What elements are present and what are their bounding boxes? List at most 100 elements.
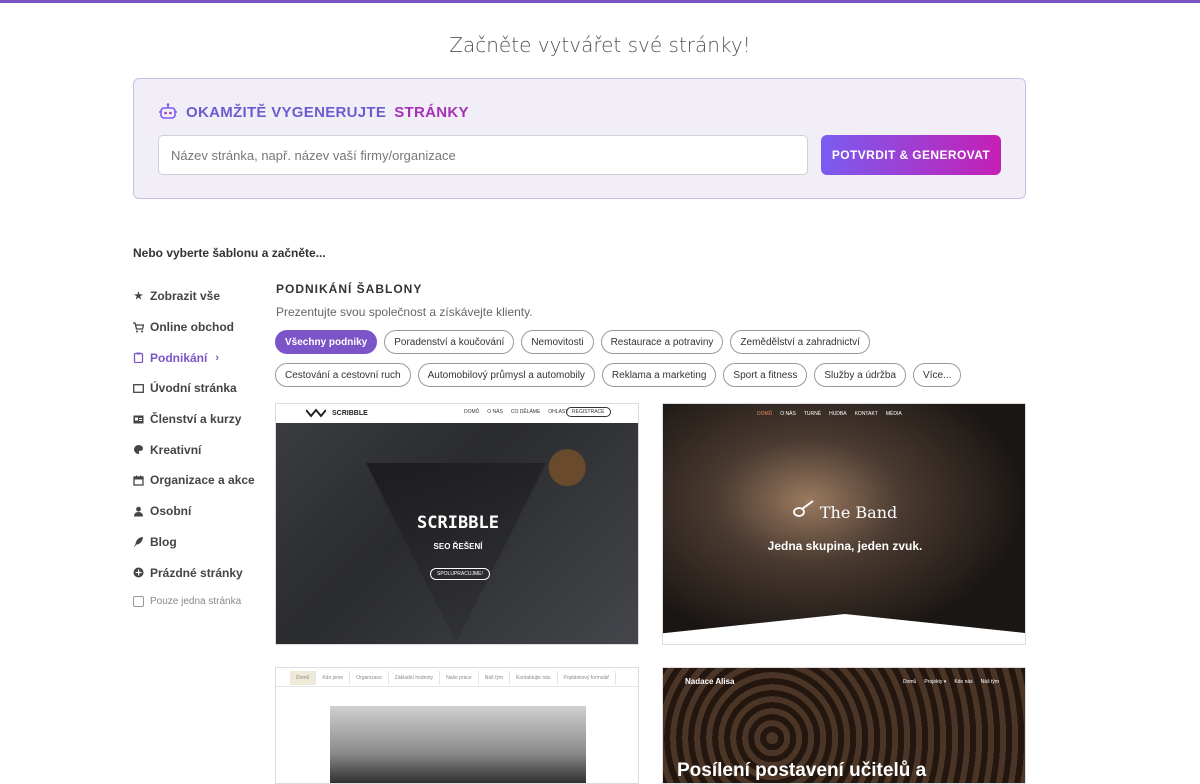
single-page-checkbox[interactable]: Pouze jedna stránka	[133, 595, 263, 607]
template-tagline: Jedna skupina, jeden zvuk.	[767, 539, 923, 553]
clipboard-icon	[133, 352, 144, 364]
generator-panel: OKAMŽITĚ VYGENERUJTE STRÁNKY POTVRDIT & …	[133, 78, 1026, 199]
template-nav-link: Náš tým	[980, 679, 1000, 685]
calendar-icon	[133, 475, 144, 486]
filter-chips: Všechny podniky Poradenství a koučování …	[275, 330, 1025, 396]
sidebar-item-landing-page[interactable]: Úvodní stránka	[133, 373, 263, 404]
sidebar-item-blank-pages[interactable]: Prázdné stránky	[133, 557, 263, 588]
confirm-generate-button[interactable]: POTVRDIT & GENEROVAT	[821, 135, 1001, 175]
sidebar-item-blog[interactable]: Blog	[133, 527, 263, 558]
robot-icon	[158, 103, 178, 121]
template-nav-link: O NÁS	[487, 409, 503, 415]
template-nav-link: DOMŮ	[464, 409, 480, 415]
star-icon: ★	[134, 290, 143, 302]
template-brand-name: The Band	[819, 503, 898, 522]
section-subtitle: Prezentujte svou společnost a získávejte…	[276, 305, 533, 319]
sidebar-item-creative[interactable]: Kreativní	[133, 434, 263, 465]
page-title: Začněte vytvářet své stránky!	[449, 33, 751, 57]
generator-heading-part2: STRÁNKY	[394, 103, 469, 121]
filter-chip-agriculture[interactable]: Zemědělství a zahradnictví	[730, 330, 870, 354]
template-nav-link: Náš tým	[479, 671, 511, 685]
category-sidebar: ★ Zobrazit vše Online obchod Podnikání ›…	[133, 281, 263, 607]
template-card-organization[interactable]: Domů Kdo jsme Organizace Základní hodnot…	[275, 667, 639, 784]
template-nav-link: TURNÉ	[803, 411, 822, 417]
template-hero-subtitle: SEO ŘEŠENÍ	[433, 542, 483, 551]
sidebar-item-label: Online obchod	[150, 320, 234, 335]
scribble-logo-icon	[305, 407, 327, 420]
filter-chip-consulting[interactable]: Poradenství a koučování	[384, 330, 515, 354]
sidebar-item-organizations-events[interactable]: Organizace a akce	[133, 465, 263, 496]
template-register-button: REGISTRACE	[566, 407, 611, 417]
choose-template-label: Nebo vyberte šablonu a začněte...	[133, 246, 326, 260]
sidebar-item-show-all[interactable]: ★ Zobrazit vše	[133, 281, 263, 312]
template-nav-link: Kde nás	[954, 679, 973, 685]
template-nav-link: HUDBA	[829, 411, 847, 417]
template-card-the-band[interactable]: DOMŮ O NÁS TURNÉ HUDBA KONTAKT MÉDIA The…	[662, 403, 1026, 645]
sidebar-item-online-store[interactable]: Online obchod	[133, 312, 263, 343]
chevron-right-icon: ›	[215, 351, 220, 364]
section-title: PODNIKÁNÍ ŠABLONY	[276, 282, 423, 296]
template-nav-link: O NÁS	[780, 411, 796, 417]
template-nav-links: Domů Kdo jsme Organizace Základní hodnot…	[290, 671, 617, 685]
template-hero-button: SPOLUPRACUJME!	[430, 568, 490, 580]
filter-chip-real-estate[interactable]: Nemovitosti	[521, 330, 594, 354]
sidebar-item-membership[interactable]: Členství a kurzy	[133, 404, 263, 435]
sidebar-item-label: Organizace a akce	[150, 473, 255, 488]
filter-chip-restaurants[interactable]: Restaurace a potraviny	[600, 330, 724, 354]
sidebar-item-label: Prázdné stránky	[150, 565, 243, 580]
filter-row: Cestování a cestovní ruch Automobilový p…	[275, 363, 1025, 387]
top-accent-bar	[0, 0, 1200, 3]
sidebar-item-label: Kreativní	[150, 442, 202, 457]
template-nav-link: CO DĚLÁME	[510, 409, 541, 415]
template-nav-link: Kdo jsme	[316, 671, 351, 685]
template-nav-link: Základní hodnoty	[389, 671, 441, 685]
template-nav-links: DOMŮ O NÁS TURNÉ HUDBA KONTAKT MÉDIA	[757, 411, 902, 417]
template-card-scribble[interactable]: SCRIBBLE DOMŮ O NÁS CO DĚLÁME OHLASY REG…	[275, 403, 639, 645]
template-nav-link: Naše práce	[440, 671, 479, 685]
user-icon	[133, 506, 144, 517]
template-nav-link: Kontaktujte nás	[510, 671, 558, 685]
filter-chip-travel[interactable]: Cestování a cestovní ruch	[275, 363, 411, 387]
filter-chip-services[interactable]: Služby a údržba	[814, 363, 907, 387]
filter-row: Všechny podniky Poradenství a koučování …	[275, 330, 1025, 354]
template-nav-link: Projekty ▾	[924, 679, 947, 685]
template-nav-link: MÉDIA	[885, 411, 902, 417]
template-hero-image	[276, 423, 638, 644]
guitar-icon	[792, 500, 820, 522]
sidebar-item-label: Osobní	[150, 504, 192, 519]
template-nav-links: Domů Projekty ▾ Kde nás Náš tým	[903, 679, 999, 685]
template-hero-title: Posílení postavení učitelů a	[677, 760, 927, 781]
template-nav-links: DOMŮ O NÁS CO DĚLÁME OHLASY	[464, 409, 569, 415]
checkbox-box[interactable]	[133, 595, 144, 607]
sidebar-item-label: Zobrazit vše	[150, 289, 221, 304]
site-name-input[interactable]	[158, 135, 808, 175]
template-nav-link: KONTAKT	[854, 411, 878, 417]
template-hero-title: SCRIBBLE	[417, 513, 499, 533]
filter-chip-all-businesses[interactable]: Všechny podniky	[275, 330, 378, 354]
generator-heading: OKAMŽITĚ VYGENERUJTE STRÁNKY	[158, 103, 469, 121]
single-page-label: Pouze jedna stránka	[150, 595, 242, 607]
template-hero-image	[330, 706, 586, 783]
id-card-icon	[133, 414, 144, 425]
template-logo: SCRIBBLE	[332, 410, 368, 417]
filter-chip-sport[interactable]: Sport a fitness	[723, 363, 808, 387]
cart-icon	[133, 321, 144, 333]
sidebar-item-label: Členství a kurzy	[150, 412, 242, 427]
sidebar-item-label: Úvodní stránka	[150, 381, 237, 396]
generator-heading-part1: OKAMŽITĚ VYGENERUJTE	[186, 103, 387, 121]
template-nav-link: DOMŮ	[757, 411, 773, 417]
filter-chip-more[interactable]: Více...	[913, 363, 962, 387]
sidebar-item-personal[interactable]: Osobní	[133, 496, 263, 527]
filter-chip-automotive[interactable]: Automobilový průmysl a automobily	[417, 363, 595, 387]
laptop-graphic	[366, 463, 546, 643]
template-hero-image	[663, 404, 1025, 644]
template-card-nadace-alisa[interactable]: Nadace Alisa Domů Projekty ▾ Kde nás Náš…	[662, 667, 1026, 784]
filter-chip-advertising[interactable]: Reklama a marketing	[601, 363, 717, 387]
feather-icon	[133, 536, 144, 548]
template-nav-link: Domů	[903, 679, 917, 685]
sidebar-item-label: Podnikání	[150, 350, 208, 365]
template-brand: The Band	[663, 500, 1025, 522]
sidebar-item-business[interactable]: Podnikání ›	[133, 342, 263, 373]
template-nav-link: Organizace	[350, 671, 389, 685]
template-nav-link: Domů	[290, 671, 317, 685]
